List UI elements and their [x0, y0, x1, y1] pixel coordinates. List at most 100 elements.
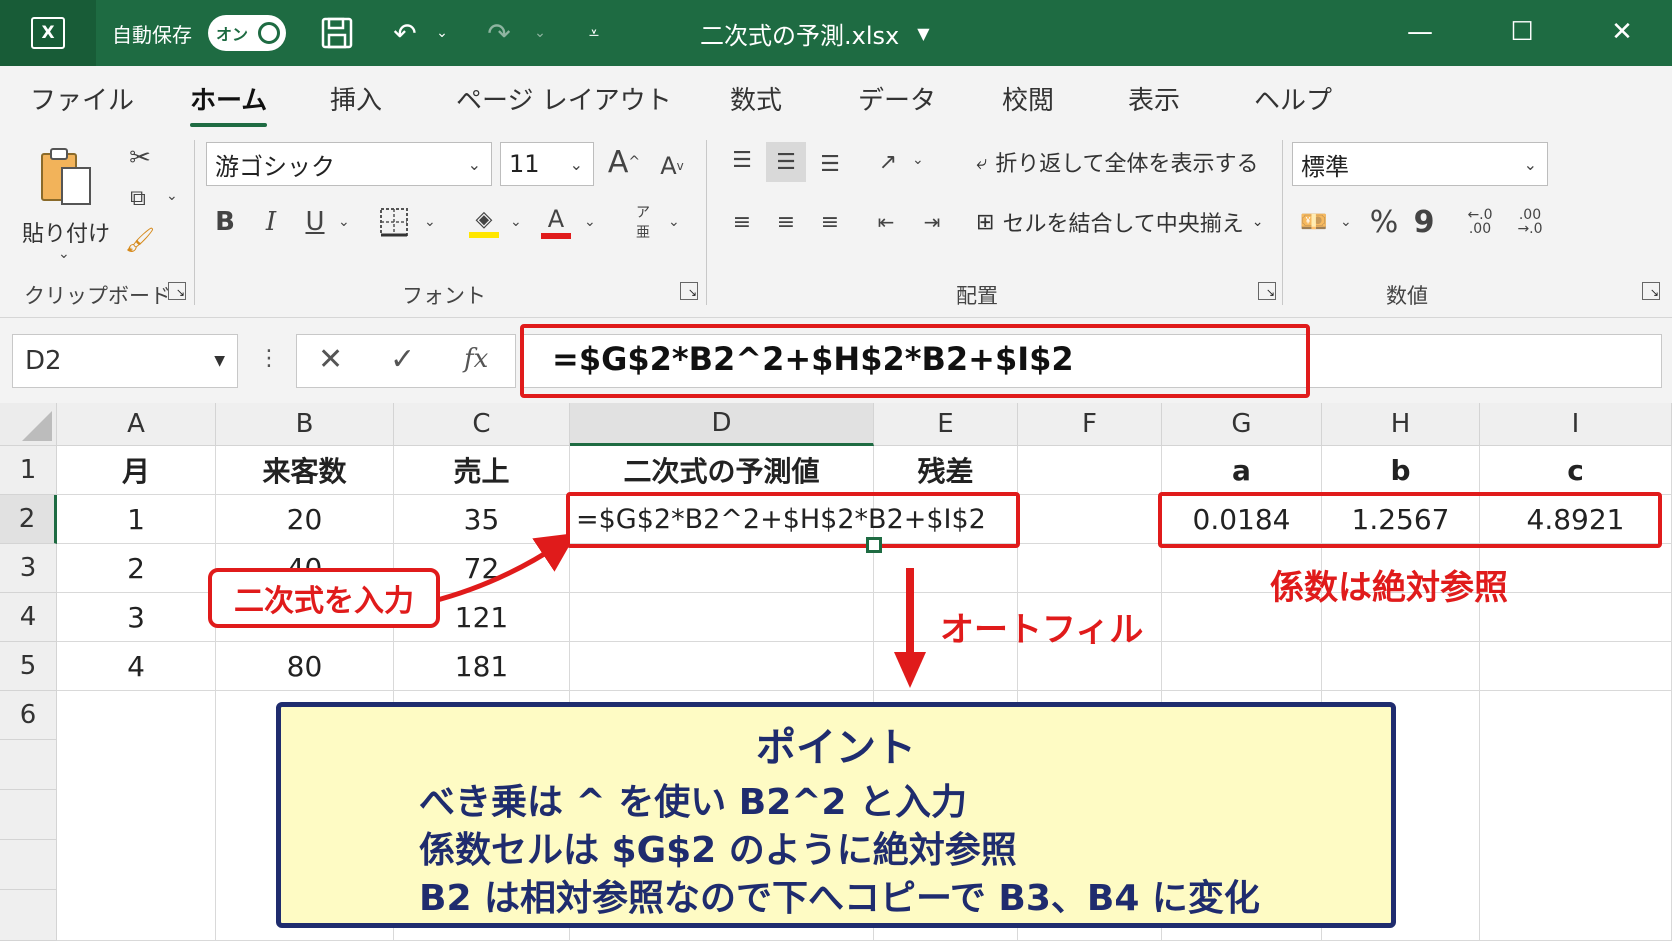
- cell-b1[interactable]: 来客数: [216, 446, 394, 495]
- tab-review[interactable]: 校閲: [1002, 80, 1054, 117]
- grow-font-button[interactable]: A ^: [606, 142, 642, 182]
- column-header-b[interactable]: B: [216, 403, 394, 446]
- column-header-c[interactable]: C: [394, 403, 570, 446]
- cell-b5[interactable]: 80: [216, 642, 394, 691]
- merge-center-button[interactable]: ⊞ セルを結合して中央揃え ⌄: [976, 206, 1264, 238]
- font-size-select[interactable]: 11 ⌄: [500, 142, 594, 186]
- paste-button[interactable]: 貼り付け: [22, 216, 110, 248]
- increase-indent-icon[interactable]: ⇥: [914, 204, 950, 240]
- cancel-icon[interactable]: ✕: [318, 342, 343, 377]
- percent-button[interactable]: %: [1366, 202, 1402, 242]
- cell-blank[interactable]: [1480, 691, 1672, 941]
- cell-i5[interactable]: [1480, 642, 1672, 691]
- row-header-blank[interactable]: [0, 890, 57, 941]
- clipboard-launcher-icon[interactable]: ↘: [168, 282, 186, 300]
- tab-home[interactable]: ホーム: [190, 80, 268, 127]
- format-painter-icon[interactable]: 🖌: [122, 222, 158, 258]
- name-box[interactable]: D2 ▼: [12, 334, 238, 388]
- more-options-icon[interactable]: ⋮: [258, 346, 280, 371]
- redo-icon[interactable]: ↷: [478, 12, 520, 54]
- row-header-5[interactable]: 5: [0, 642, 57, 691]
- document-title[interactable]: 二次式の予測.xlsx ▼: [700, 12, 930, 54]
- align-center-icon[interactable]: ≡: [768, 204, 804, 240]
- tab-view[interactable]: 表示: [1128, 80, 1180, 117]
- enter-icon[interactable]: ✓: [390, 342, 415, 377]
- cell-f3[interactable]: [1018, 544, 1162, 593]
- align-left-icon[interactable]: ≡: [724, 204, 760, 240]
- font-color-dropdown-icon[interactable]: ⌄: [584, 214, 596, 230]
- close-icon[interactable]: ✕: [1592, 8, 1652, 56]
- tab-insert[interactable]: 挿入: [330, 80, 382, 117]
- row-header-blank[interactable]: [0, 790, 57, 840]
- redo-dropdown-icon[interactable]: ⌄: [530, 18, 550, 48]
- autosave-toggle[interactable]: オン: [208, 15, 286, 51]
- shrink-font-button[interactable]: Av: [654, 146, 690, 186]
- select-all-corner[interactable]: [0, 403, 57, 446]
- cell-a1[interactable]: 月: [57, 446, 216, 495]
- insert-function-icon[interactable]: fx: [464, 344, 488, 374]
- currency-dropdown-icon[interactable]: ⌄: [1340, 214, 1352, 230]
- cell-i3[interactable]: [1480, 544, 1672, 593]
- bold-button[interactable]: B: [210, 202, 240, 242]
- wrap-text-button[interactable]: ⤶ 折り返して全体を表示する: [976, 146, 1259, 178]
- cut-icon[interactable]: ✂: [122, 140, 158, 176]
- borders-dropdown-icon[interactable]: ⌄: [424, 214, 436, 230]
- tab-formulas[interactable]: 数式: [730, 80, 782, 117]
- cell-g1[interactable]: a: [1162, 446, 1322, 495]
- align-bottom-icon[interactable]: ☰: [812, 146, 848, 182]
- alignment-launcher-icon[interactable]: ↘: [1258, 282, 1276, 300]
- cell-b2[interactable]: 20: [216, 495, 394, 544]
- copy-dropdown-icon[interactable]: ⌄: [166, 188, 178, 204]
- cell-a5[interactable]: 4: [57, 642, 216, 691]
- font-launcher-icon[interactable]: ↘: [680, 282, 698, 300]
- cell-a3[interactable]: 2: [57, 544, 216, 593]
- column-header-h[interactable]: H: [1322, 403, 1480, 446]
- paste-icon[interactable]: [34, 144, 98, 210]
- column-header-a[interactable]: A: [57, 403, 216, 446]
- row-header-2[interactable]: 2: [0, 495, 57, 544]
- cell-f2[interactable]: [1018, 495, 1162, 544]
- tab-data[interactable]: データ: [858, 80, 936, 117]
- column-header-d[interactable]: D: [570, 403, 874, 446]
- row-header-1[interactable]: 1: [0, 446, 57, 495]
- cell-i4[interactable]: [1480, 593, 1672, 642]
- cell-d4[interactable]: [570, 593, 874, 642]
- minimize-icon[interactable]: —: [1390, 8, 1450, 56]
- cell-f1[interactable]: [1018, 446, 1162, 495]
- undo-dropdown-icon[interactable]: ⌄: [432, 18, 452, 48]
- copy-icon[interactable]: ⧉: [120, 180, 156, 216]
- cell-a4[interactable]: 3: [57, 593, 216, 642]
- customize-qat-icon[interactable]: ⩡: [584, 18, 604, 48]
- row-header-blank[interactable]: [0, 840, 57, 890]
- fill-dropdown-icon[interactable]: ⌄: [510, 214, 522, 230]
- number-launcher-icon[interactable]: ↘: [1642, 282, 1660, 300]
- cell-h5[interactable]: [1322, 642, 1480, 691]
- cell-i1[interactable]: c: [1480, 446, 1672, 495]
- cell-e1[interactable]: 残差: [874, 446, 1018, 495]
- column-header-e[interactable]: E: [874, 403, 1018, 446]
- tab-help[interactable]: ヘルプ: [1254, 80, 1332, 117]
- cell-h1[interactable]: b: [1322, 446, 1480, 495]
- row-header-4[interactable]: 4: [0, 593, 57, 642]
- number-format-select[interactable]: 標準 ⌄: [1292, 142, 1548, 186]
- comma-button[interactable]: 9: [1410, 202, 1438, 242]
- row-header-3[interactable]: 3: [0, 544, 57, 593]
- orientation-icon[interactable]: ↗: [868, 142, 908, 182]
- font-name-select[interactable]: 游ゴシック ⌄: [206, 142, 492, 186]
- phonetic-icon[interactable]: ア亜: [628, 202, 658, 242]
- increase-decimal-button[interactable]: ←.0.00: [1458, 202, 1502, 242]
- row-header-blank[interactable]: [0, 740, 57, 790]
- decrease-indent-icon[interactable]: ⇤: [868, 204, 904, 240]
- paste-dropdown-icon[interactable]: ⌄: [58, 246, 70, 262]
- column-header-i[interactable]: I: [1480, 403, 1672, 446]
- cell-c5[interactable]: 181: [394, 642, 570, 691]
- save-icon[interactable]: [316, 12, 358, 54]
- cell-d1[interactable]: 二次式の予測値: [570, 446, 874, 495]
- undo-icon[interactable]: ↶: [384, 12, 426, 54]
- row-header-6[interactable]: 6: [0, 691, 57, 740]
- phonetic-dropdown-icon[interactable]: ⌄: [668, 214, 680, 230]
- maximize-icon[interactable]: ☐: [1492, 8, 1552, 56]
- tab-file[interactable]: ファイル: [30, 80, 134, 117]
- column-header-g[interactable]: G: [1162, 403, 1322, 446]
- align-middle-icon[interactable]: ☰: [766, 142, 806, 182]
